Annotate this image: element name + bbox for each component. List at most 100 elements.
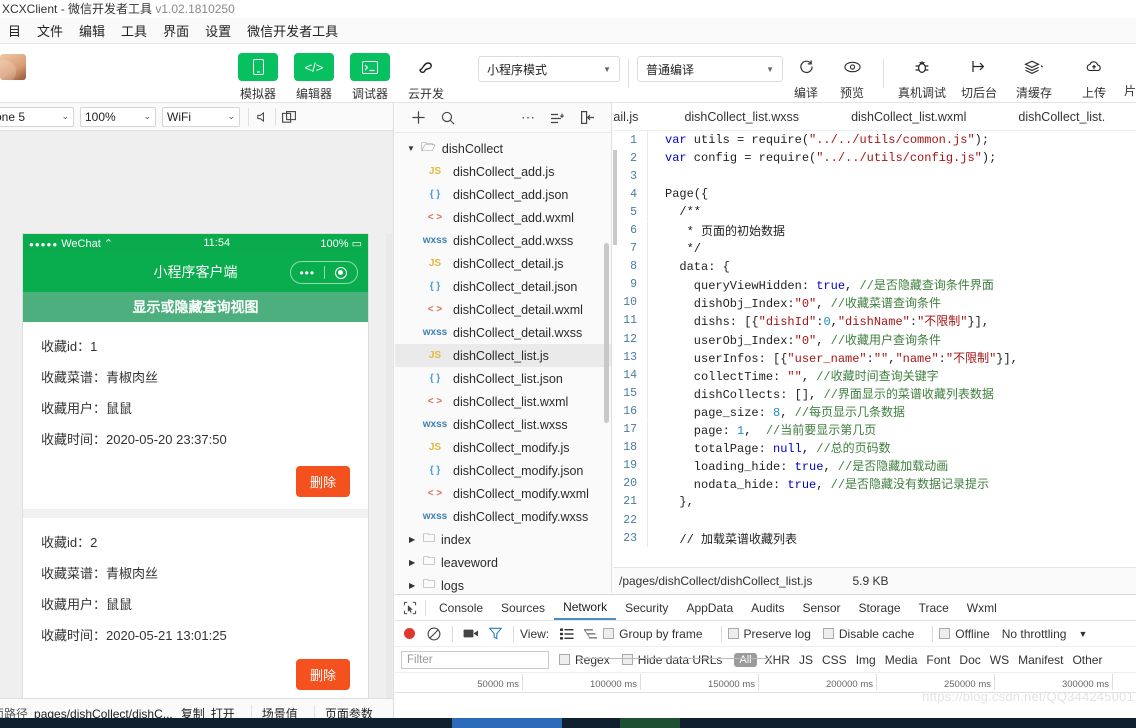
network-select[interactable]: WiFi ⌄: [162, 106, 240, 127]
compile-select[interactable]: 普通编译 ▼: [637, 56, 783, 82]
tree-file-2[interactable]: < > dishCollect_add.wxml: [395, 206, 611, 229]
search-icon[interactable]: [433, 106, 463, 130]
editor-tab-3[interactable]: dishCollect_list.: [982, 103, 1121, 130]
tree-file-selected[interactable]: JS dishCollect_list.js: [395, 344, 611, 367]
filter-type-css[interactable]: CSS: [822, 653, 847, 667]
editor-tab-2[interactable]: dishCollect_list.wxml: [815, 103, 982, 130]
tree-file-11[interactable]: wxss dishCollect_list.wxss: [395, 413, 611, 436]
code-line-2: var config = require("../../utils/config…: [665, 151, 997, 166]
wechat-capsule[interactable]: •••: [290, 261, 358, 284]
filter-type-js[interactable]: JS: [799, 653, 813, 667]
menu-item-devtools[interactable]: 微信开发者工具: [239, 18, 346, 43]
more-icon[interactable]: ⋯: [513, 106, 543, 130]
preview-button[interactable]: 预览: [829, 44, 875, 101]
toolbar-debugger-button[interactable]: 调试器: [342, 44, 398, 102]
zoom-select[interactable]: 100% ⌄: [80, 106, 156, 127]
clear-icon[interactable]: [422, 627, 446, 641]
more-dots-icon[interactable]: •••: [291, 266, 324, 280]
filter-type-manifest[interactable]: Manifest: [1018, 653, 1063, 667]
tree-folder-logs[interactable]: ▶ 🗀 logs: [395, 574, 611, 593]
devtools-tab-trace[interactable]: Trace: [910, 595, 958, 620]
devtools-tab-audits[interactable]: Audits: [742, 595, 793, 620]
code-editor[interactable]: 1 var utils = require("../../utils/common…: [613, 131, 1136, 566]
tree-file-0[interactable]: JS dishCollect_add.js: [395, 160, 611, 183]
menu-item-edit[interactable]: 编辑: [71, 18, 113, 43]
camera-icon[interactable]: [459, 628, 483, 639]
compile-button[interactable]: 编译: [783, 44, 829, 101]
add-icon[interactable]: [403, 106, 433, 130]
devtools-tab-security[interactable]: Security: [616, 595, 677, 620]
filter-input[interactable]: Filter: [401, 650, 549, 669]
group-by-frame-checkbox[interactable]: [603, 628, 615, 639]
menu-item-interface[interactable]: 界面: [155, 18, 197, 43]
editor-tab-0[interactable]: etail.js: [613, 103, 654, 130]
tree-folder-leaveword[interactable]: ▶ 🗀 leaveword: [395, 551, 611, 574]
mode-select[interactable]: 小程序模式 ▼: [478, 56, 620, 82]
filter-type-img[interactable]: Img: [856, 653, 876, 667]
devtools-tab-sources[interactable]: Sources: [492, 595, 554, 620]
regex-checkbox[interactable]: [559, 654, 570, 665]
tree-folder-label-index: index: [441, 532, 471, 547]
close-target-icon[interactable]: [325, 266, 358, 279]
menu-item-tools[interactable]: 工具: [113, 18, 155, 43]
tree-file-1[interactable]: { } dishCollect_add.json: [395, 183, 611, 206]
upload-button[interactable]: 上传: [1066, 44, 1122, 101]
tree-file-13[interactable]: { } dishCollect_modify.json: [395, 459, 611, 482]
toolbar-editor-button[interactable]: </> 编辑器: [286, 44, 342, 102]
device-select[interactable]: one 5 ⌄: [0, 106, 74, 127]
list-view-icon[interactable]: [555, 628, 579, 640]
filter-type-font[interactable]: Font: [926, 653, 950, 667]
delete-button-2[interactable]: 删除: [295, 659, 350, 690]
waterfall-view-icon[interactable]: [579, 628, 603, 640]
toolbar-simulator-button[interactable]: 模拟器: [230, 44, 286, 102]
tree-file-3[interactable]: wxss dishCollect_add.wxss: [395, 229, 611, 252]
editor-tab-1[interactable]: dishCollect_list.wxss: [654, 103, 815, 130]
editor-scrollbar[interactable]: [613, 150, 617, 245]
avatar[interactable]: [0, 54, 26, 80]
tree-file-14[interactable]: < > dishCollect_modify.wxml: [395, 482, 611, 505]
tree-folder-index[interactable]: ▶ 🗀 index: [395, 528, 611, 551]
funnel-icon[interactable]: [483, 627, 507, 640]
menu-item-settings[interactable]: 设置: [197, 18, 239, 43]
sort-icon[interactable]: [543, 106, 573, 130]
filter-type-doc[interactable]: Doc: [959, 653, 980, 667]
background-button[interactable]: 切后台: [952, 44, 1006, 101]
tree-file-12[interactable]: JS dishCollect_modify.js: [395, 436, 611, 459]
tree-file-15[interactable]: wxss dishCollect_modify.wxss: [395, 505, 611, 528]
tree-file-6[interactable]: < > dishCollect_detail.wxml: [395, 298, 611, 321]
devtools-tab-sensor[interactable]: Sensor: [794, 595, 850, 620]
real-device-debug-button[interactable]: 真机调试: [892, 44, 952, 101]
toolbar-clouddev-button[interactable]: 云开发: [398, 44, 454, 102]
tree-root-dishcollect[interactable]: ▼ 🗁 dishCollect: [395, 137, 611, 160]
volume-icon[interactable]: [251, 106, 273, 128]
devtools-tab-appdata[interactable]: AppData: [677, 595, 742, 620]
devtools-tab-wxml[interactable]: Wxml: [958, 595, 1006, 620]
inspect-element-icon[interactable]: [395, 601, 425, 615]
tree-file-10[interactable]: < > dishCollect_list.wxml: [395, 390, 611, 413]
timeline-scrollbar[interactable]: [580, 658, 770, 664]
throttling-select[interactable]: No throttling: [1002, 627, 1067, 641]
tree-file-5[interactable]: { } dishCollect_detail.json: [395, 275, 611, 298]
menu-item-file[interactable]: 文件: [29, 18, 71, 43]
devtools-tab-storage[interactable]: Storage: [850, 595, 910, 620]
query-toggle-bar[interactable]: 显示或隐藏查询视图: [23, 292, 368, 322]
rotate-screen-icon[interactable]: [278, 106, 300, 128]
file-tree-scrollbar[interactable]: [604, 243, 609, 423]
record-dot-icon[interactable]: [404, 628, 415, 639]
tree-file-9[interactable]: { } dishCollect_list.json: [395, 367, 611, 390]
clear-cache-button[interactable]: 清缓存: [1006, 44, 1062, 101]
filter-type-ws[interactable]: WS: [990, 653, 1009, 667]
devtools-tab-network[interactable]: Network: [554, 595, 617, 620]
menu-item-0[interactable]: 目: [0, 18, 29, 43]
collapse-panel-icon[interactable]: [573, 106, 603, 130]
filter-type-media[interactable]: Media: [885, 653, 918, 667]
disable-cache-checkbox[interactable]: [822, 628, 834, 639]
offline-checkbox[interactable]: [939, 628, 951, 639]
throttling-caret-icon[interactable]: ▼: [1078, 629, 1087, 639]
tree-file-7[interactable]: wxss dishCollect_detail.wxss: [395, 321, 611, 344]
devtools-tab-console[interactable]: Console: [430, 595, 492, 620]
tree-file-4[interactable]: JS dishCollect_detail.js: [395, 252, 611, 275]
preserve-log-checkbox[interactable]: [727, 628, 739, 639]
filter-type-other[interactable]: Other: [1072, 653, 1102, 667]
delete-button-1[interactable]: 删除: [295, 466, 350, 497]
